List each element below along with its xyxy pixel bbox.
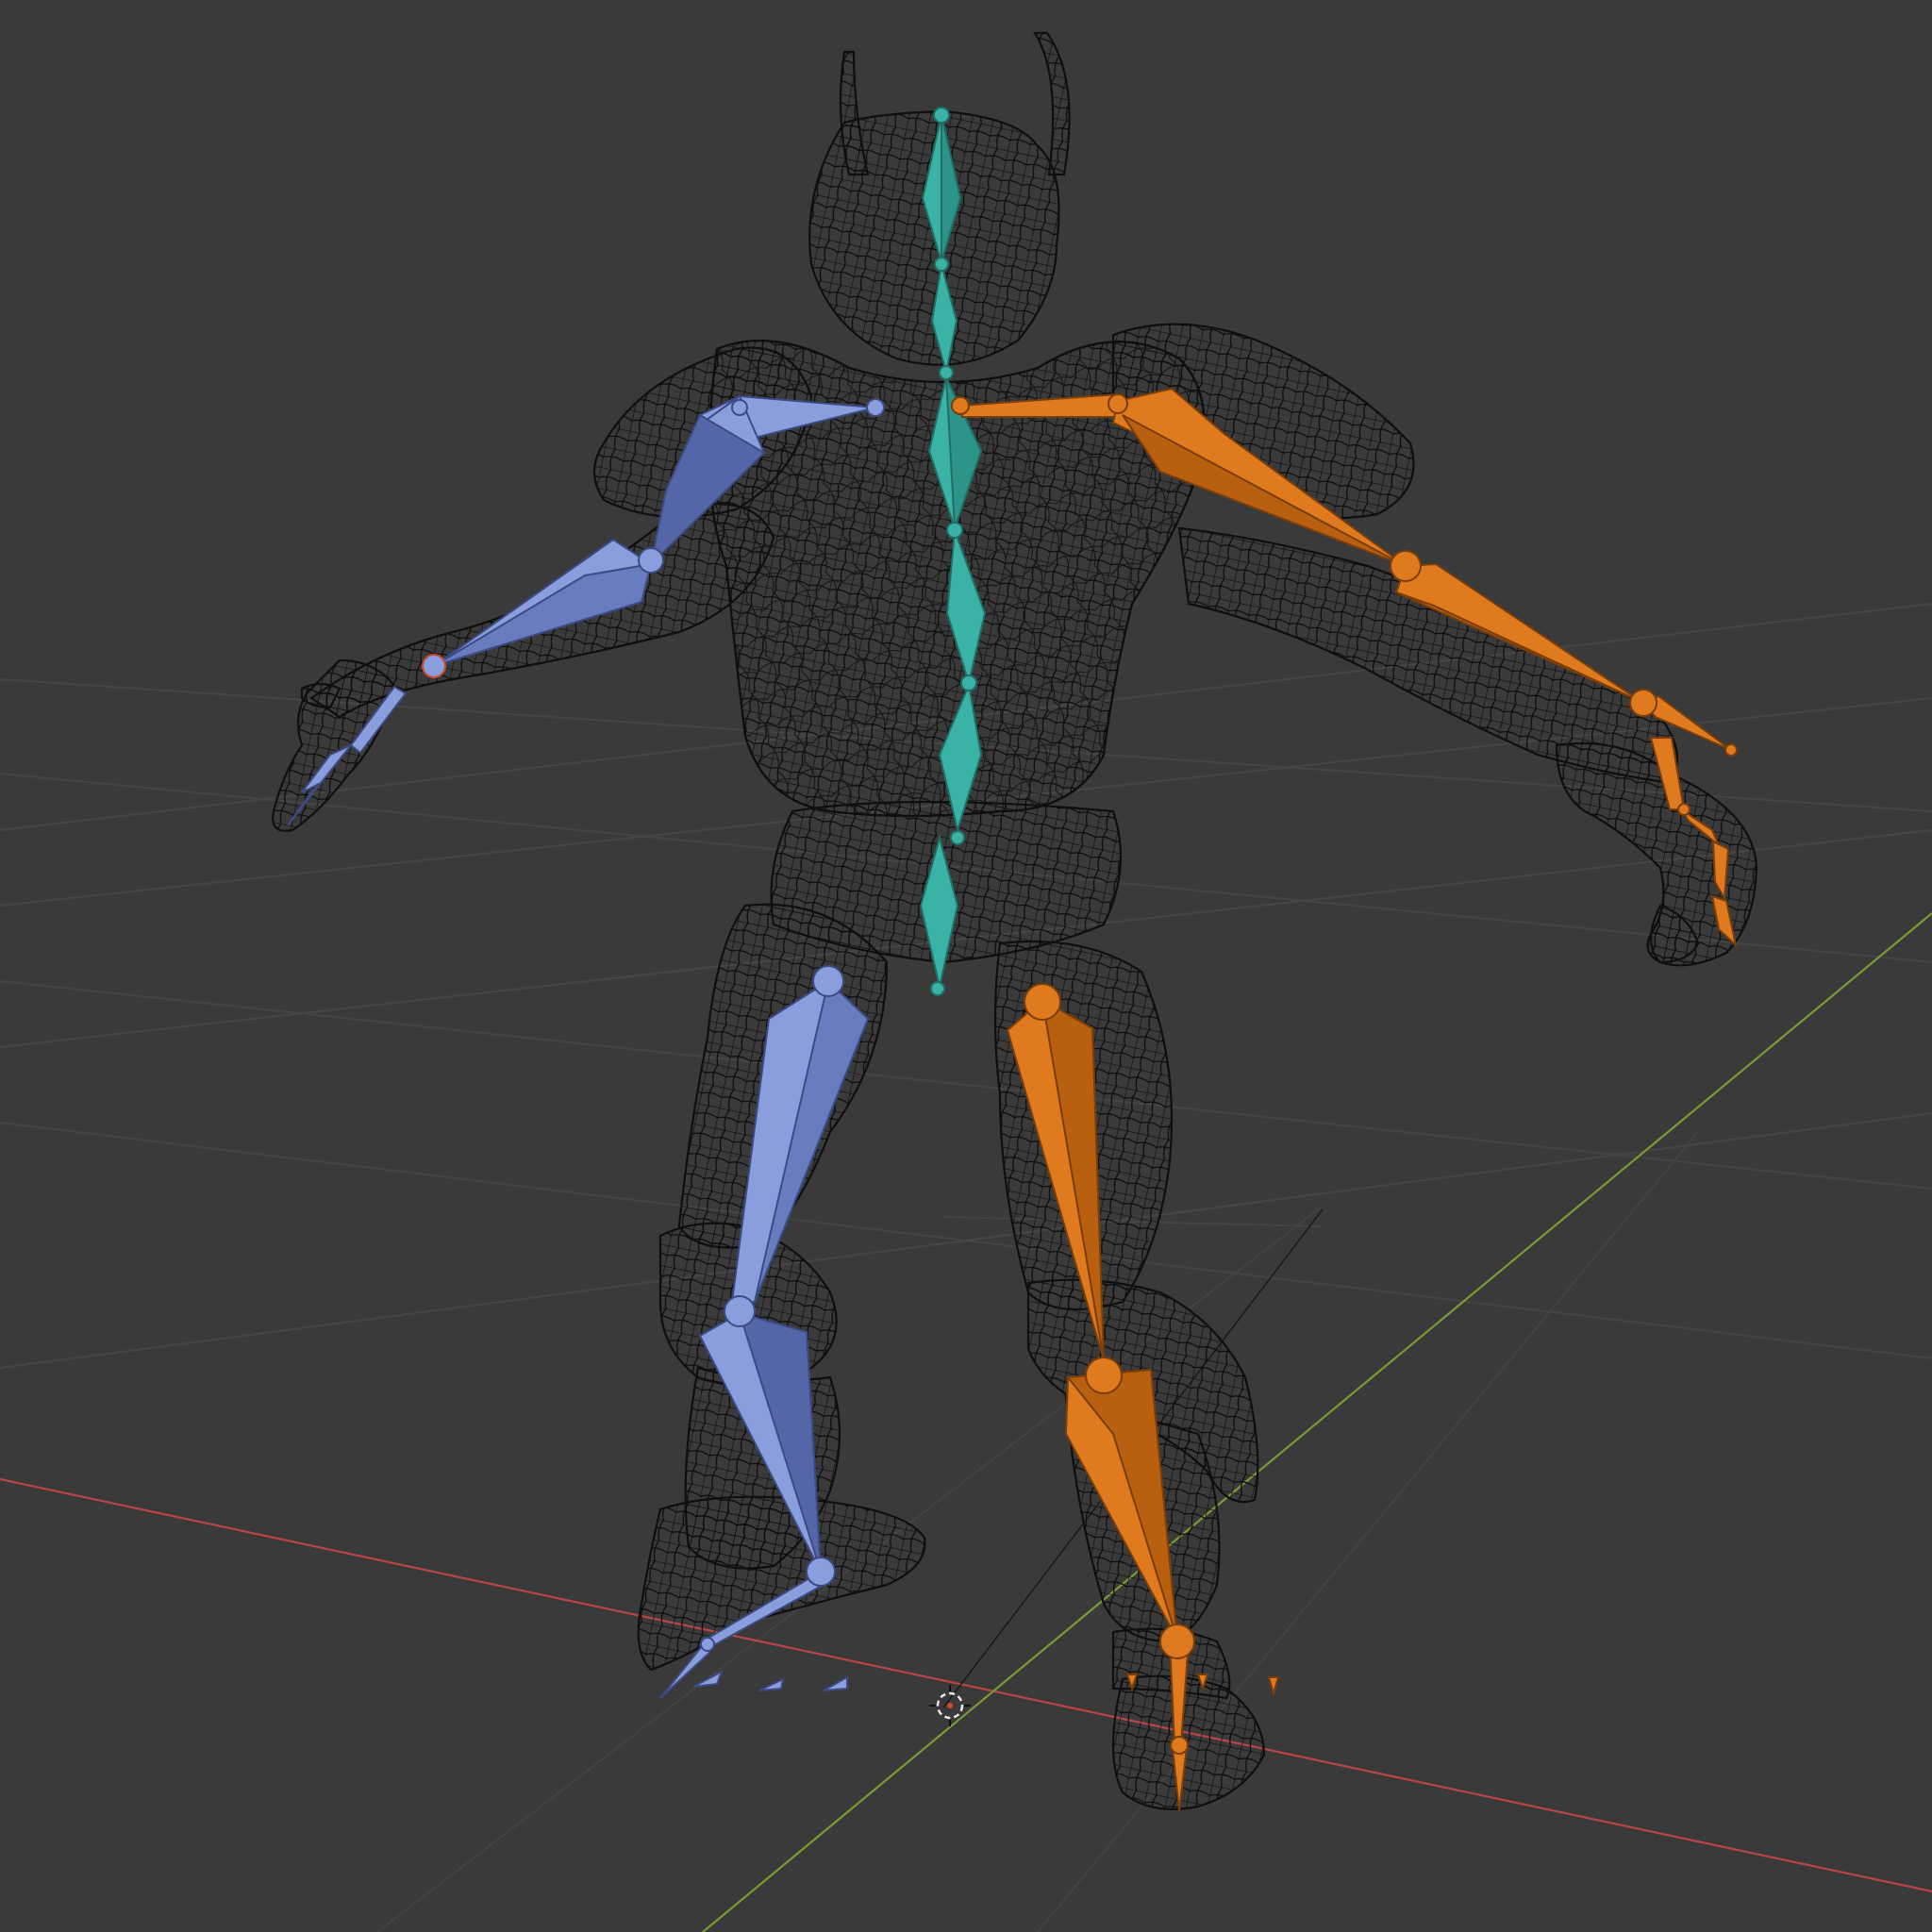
joint-right-finger-base[interactable] <box>1677 803 1690 816</box>
joint-right-hip[interactable] <box>1024 983 1061 1021</box>
character-mesh[interactable] <box>272 31 1758 1810</box>
bone-right-toe-3[interactable] <box>1267 1676 1280 1697</box>
3d-cursor-center <box>947 1703 953 1708</box>
joint-right-elbow[interactable] <box>1390 550 1422 582</box>
joint-pelvis[interactable] <box>930 981 945 996</box>
3d-viewport[interactable] <box>0 0 1932 1932</box>
joint-chest[interactable] <box>946 522 963 539</box>
joint-neck-base[interactable] <box>939 365 954 380</box>
y-axis-line <box>702 912 1932 1932</box>
joint-right-ankle[interactable] <box>1159 1624 1195 1659</box>
joint-left-hip[interactable] <box>812 965 844 997</box>
joint-right-wrist[interactable] <box>1629 689 1657 717</box>
joint-left-knee[interactable] <box>724 1295 756 1327</box>
joint-head-top[interactable] <box>933 107 950 124</box>
joint-neck[interactable] <box>934 257 949 272</box>
x-axis-line <box>0 1477 1932 1893</box>
joint-lower-spine[interactable] <box>950 830 965 845</box>
joint-right-shoulder[interactable] <box>1108 393 1128 414</box>
joint-left-wrist[interactable] <box>422 654 446 678</box>
viewport-scene[interactable] <box>0 0 1932 1932</box>
joint-right-hand-tip[interactable] <box>1724 743 1738 757</box>
joint-right-ball[interactable] <box>1170 1736 1189 1755</box>
joint-right-clavicle[interactable] <box>951 396 970 415</box>
bone-left-toe-3[interactable] <box>758 1677 785 1691</box>
bone-left-toe-2[interactable] <box>692 1669 724 1688</box>
joint-left-ankle[interactable] <box>806 1557 836 1587</box>
bone-left-toe-4[interactable] <box>823 1675 848 1691</box>
joint-left-clavicle[interactable] <box>866 398 885 417</box>
joint-left-shoulder[interactable] <box>731 399 748 416</box>
joint-left-ball[interactable] <box>700 1637 715 1652</box>
3d-cursor[interactable] <box>929 1685 971 1726</box>
joint-left-elbow[interactable] <box>638 547 664 574</box>
joint-right-knee[interactable] <box>1085 1357 1123 1394</box>
joint-waist[interactable] <box>960 675 977 691</box>
